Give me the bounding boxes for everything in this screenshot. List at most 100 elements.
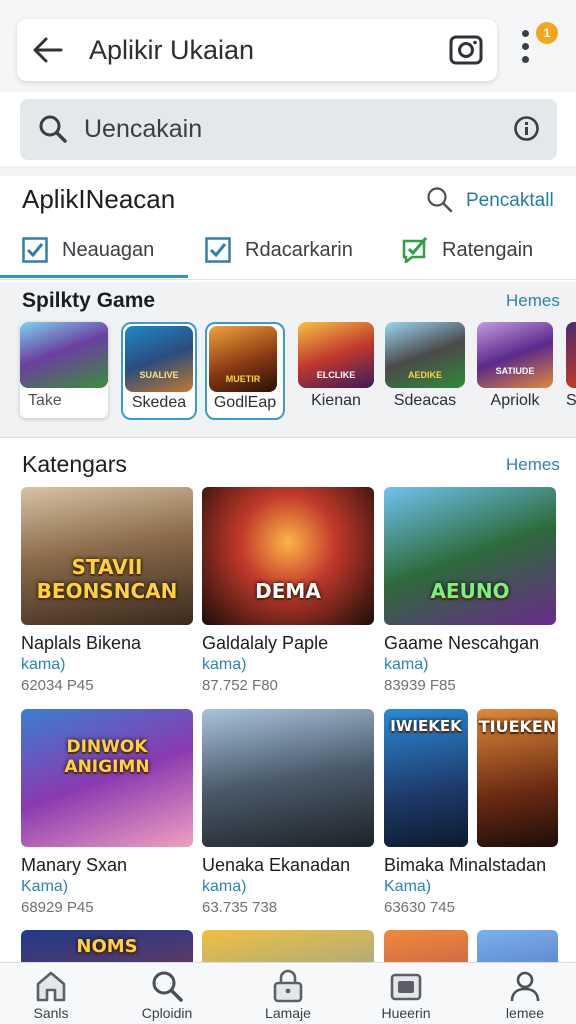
search-icon: [427, 187, 453, 213]
tile-artwork: NOMS: [21, 930, 193, 962]
app-bar: Aplikir Ukaian: [17, 19, 497, 81]
game-label: Kienan: [311, 392, 361, 409]
tile-artwork: [202, 709, 374, 847]
tab-neauagan[interactable]: Neauagan: [22, 234, 172, 270]
nav-photos[interactable]: Hueerin: [358, 967, 454, 1023]
nav-home[interactable]: Sanls: [3, 967, 99, 1023]
tile-artwork: TIUEKEN: [477, 709, 558, 847]
game-label: S: [566, 392, 576, 409]
active-tab-indicator: [0, 275, 188, 278]
game-card[interactable]: AEDIKE Sdeacas: [385, 322, 465, 420]
games-see-more-link[interactable]: Hemes: [506, 291, 560, 311]
category-tile[interactable]: [384, 930, 468, 962]
tile-title: Galdalaly Paple: [202, 633, 329, 653]
tile-meta: 68929 P45: [21, 899, 94, 916]
tile-meta: 62034 P45: [21, 677, 94, 694]
tile-meta: 63.735 738: [202, 899, 278, 916]
tab-bar: Neauagan Rdacarkarin Ratengain: [0, 228, 576, 280]
find-apps-label: Pencaktall: [466, 190, 554, 211]
nav-search[interactable]: Cploidin: [119, 967, 215, 1023]
checkbox-checked-icon: [22, 237, 48, 263]
search-bar[interactable]: Uencakain: [20, 99, 557, 160]
tile-artwork: [384, 930, 468, 962]
tile-title: Naplals Bikena: [21, 633, 142, 653]
bottom-navigation: Sanls Cploidin Lamaje Hueerin lemee: [0, 962, 576, 1024]
tile-subtitle: Kama): [384, 878, 432, 895]
game-card[interactable]: SUALIVE Skedea: [121, 322, 197, 420]
nav-label: Cploidin: [141, 1005, 193, 1021]
tile-title: Bimaka Minalstadan: [384, 855, 547, 875]
game-label: Sdeacas: [393, 392, 457, 409]
tile-meta: 63630 745: [384, 899, 455, 916]
tile-meta: 87.752 F80: [202, 677, 278, 694]
game-label: Skedea: [131, 394, 187, 411]
tile-subtitle: kama): [202, 656, 247, 673]
nav-label: Lamaje: [265, 1005, 311, 1021]
tile-artwork: [202, 930, 374, 962]
categories-title: Katengars: [22, 451, 127, 477]
game-card[interactable]: Take: [20, 322, 108, 418]
tile-artwork: [477, 930, 558, 962]
tile-subtitle: kama): [202, 878, 247, 895]
person-icon: [510, 971, 540, 1002]
divider: [0, 166, 576, 176]
tab-rdacarkarin[interactable]: Rdacarkarin: [205, 234, 375, 270]
game-thumbnail: SATIUDE: [477, 322, 553, 388]
category-tile[interactable]: [477, 930, 558, 962]
more-menu-icon[interactable]: [516, 30, 536, 70]
checkmark-icon: [402, 237, 428, 263]
search-icon: [152, 971, 183, 1002]
game-thumbnail: MUETIR: [209, 326, 277, 392]
game-thumbnail: AEDIKE: [385, 322, 465, 388]
top-bar: Aplikir Ukaian 1: [0, 0, 576, 92]
tab-label: Neauagan: [62, 239, 155, 261]
category-tile[interactable]: NOMS: [21, 930, 193, 962]
app-bar-title: Aplikir Ukaian: [89, 35, 255, 65]
section-title-apps: AplikINeacan: [22, 184, 176, 214]
tile-title: Gaame Nescahgan: [384, 633, 540, 653]
tile-subtitle: kama): [384, 656, 429, 673]
tile-subtitle: kama): [21, 656, 66, 673]
nav-profile[interactable]: lemee: [477, 967, 573, 1023]
game-label: Apriolk: [490, 392, 540, 409]
game-card[interactable]: S: [566, 322, 576, 420]
nav-label: lemee: [505, 1005, 545, 1021]
game-thumbnail: [20, 322, 108, 388]
tile-artwork: IWIEKEK: [384, 709, 468, 847]
back-arrow-icon[interactable]: [31, 35, 63, 65]
game-card[interactable]: MUETIR GodlEap: [205, 322, 285, 420]
nav-lock[interactable]: Lamaje: [240, 967, 336, 1023]
tab-label: Ratengain: [442, 239, 534, 261]
game-card[interactable]: SATIUDE Apriolk: [477, 322, 553, 420]
tile-artwork: DINWOK ANIGIMN: [21, 709, 193, 847]
tab-ratengain[interactable]: Ratengain: [402, 234, 562, 270]
tile-artwork: AEUNO: [384, 487, 556, 625]
categories-see-more-link[interactable]: Hemes: [506, 455, 560, 475]
checkbox-checked-icon: [205, 237, 231, 263]
search-input[interactable]: Uencakain: [84, 115, 202, 144]
game-card[interactable]: ELCLIKE Kienan: [298, 322, 374, 420]
tile-artwork: STAVII BEONSNCAN: [21, 487, 193, 625]
photo-icon: [390, 973, 422, 1001]
search-icon: [39, 115, 67, 143]
tile-title: Manary Sxan: [21, 855, 128, 875]
category-tile[interactable]: [202, 930, 374, 962]
nav-label: Sanls: [33, 1005, 69, 1021]
game-thumbnail: SUALIVE: [125, 326, 193, 392]
home-icon: [36, 971, 66, 1002]
lock-icon: [273, 969, 303, 1003]
tab-label: Rdacarkarin: [245, 239, 353, 261]
tile-subtitle: Kama): [21, 878, 69, 895]
notification-badge: 1: [536, 22, 558, 44]
game-label: GodlEap: [213, 394, 277, 411]
camera-icon[interactable]: [449, 34, 483, 66]
game-thumbnail: [566, 322, 576, 388]
tile-artwork: DEMA: [202, 487, 374, 625]
game-label: Take: [28, 392, 62, 409]
tile-meta: 83939 F85: [384, 677, 456, 694]
games-section-title: Spilkty Game: [22, 289, 156, 312]
info-icon[interactable]: [513, 115, 540, 142]
game-thumbnail: ELCLIKE: [298, 322, 374, 388]
nav-label: Hueerin: [381, 1005, 431, 1021]
tile-title: Uenaka Ekanadan: [202, 855, 351, 875]
